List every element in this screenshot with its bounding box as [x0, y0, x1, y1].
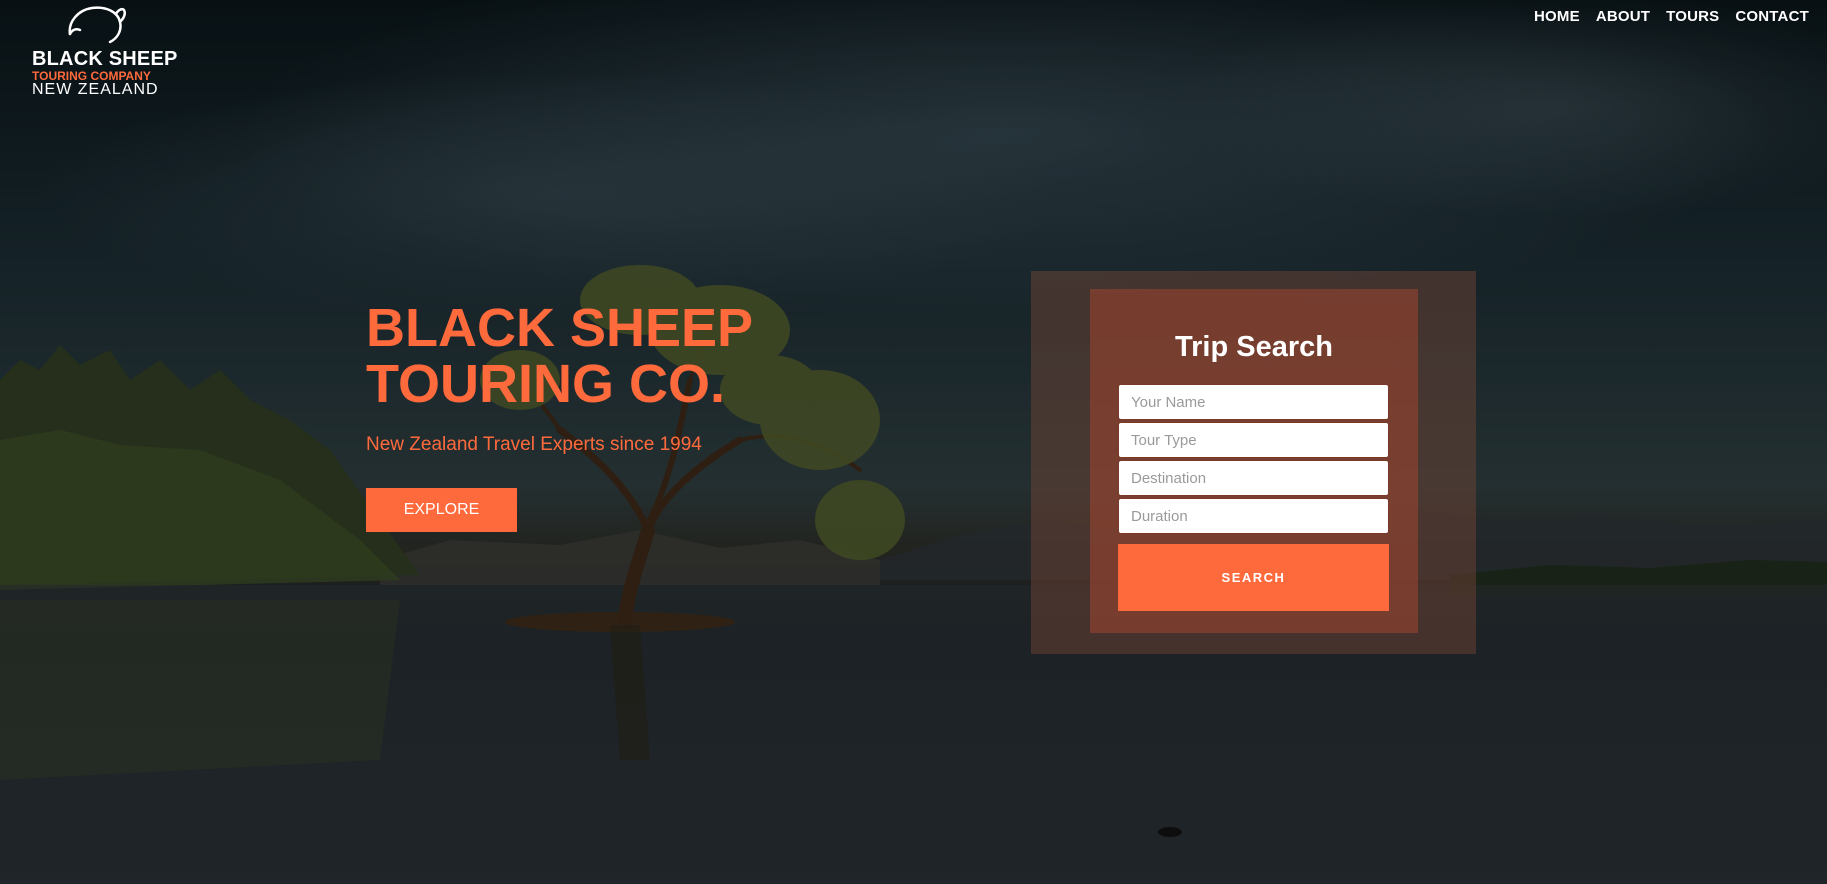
destination-input[interactable]	[1118, 460, 1389, 496]
main-nav: HOME ABOUT TOURS CONTACT	[1534, 8, 1809, 25]
name-input[interactable]	[1118, 384, 1389, 420]
hero-subtitle: New Zealand Travel Experts since 1994	[366, 434, 702, 455]
nav-contact[interactable]: CONTACT	[1735, 8, 1809, 25]
nav-tours[interactable]: TOURS	[1666, 8, 1719, 25]
sheep-icon	[68, 6, 126, 44]
hero-title: BLACK SHEEP TOURING CO.	[366, 298, 753, 414]
search-button[interactable]: SEARCH	[1118, 544, 1389, 611]
trip-search-title: Trip Search	[1175, 331, 1333, 363]
trip-search-form: Trip Search SEARCH	[1090, 289, 1418, 633]
nav-about[interactable]: ABOUT	[1596, 8, 1650, 25]
brand-logo[interactable]: BLACK SHEEP TOURING COMPANY NEW ZEALAND	[32, 4, 177, 98]
brand-name: BLACK SHEEP	[32, 48, 178, 70]
nav-home[interactable]: HOME	[1534, 8, 1580, 25]
brand-region: NEW ZEALAND	[32, 81, 159, 98]
hero-background-image	[0, 0, 1827, 884]
duration-input[interactable]	[1118, 498, 1389, 534]
tour-type-input[interactable]	[1118, 422, 1389, 458]
trip-search-panel: Trip Search SEARCH	[1031, 271, 1476, 654]
explore-button[interactable]: EXPLORE	[366, 488, 517, 532]
